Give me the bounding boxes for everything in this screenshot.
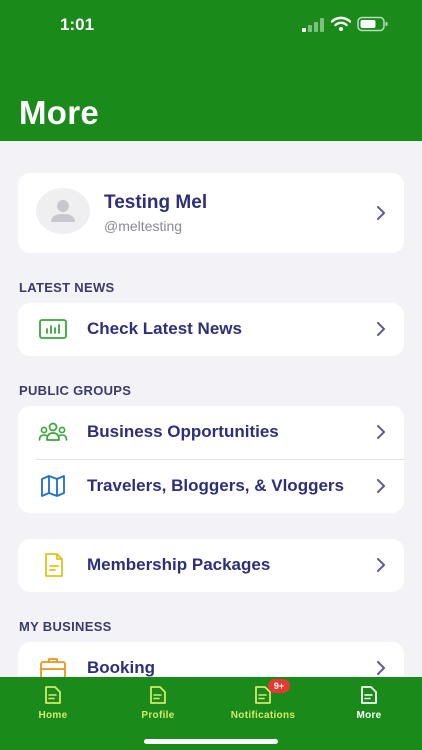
document-icon	[45, 686, 61, 704]
chevron-right-icon	[377, 558, 385, 572]
tab-home[interactable]: Home	[3, 683, 103, 723]
public-groups-card: Business Opportunities Travelers, Blogge…	[18, 406, 404, 513]
chevron-right-icon	[377, 206, 385, 220]
menu-item-label: Business Opportunities	[87, 422, 279, 441]
cellular-signal-icon	[302, 18, 324, 32]
document-icon	[45, 553, 63, 577]
notification-badge: 9+	[268, 679, 290, 693]
page-title: More	[19, 94, 100, 131]
membership-card: Membership Packages	[18, 539, 404, 592]
document-icon	[361, 686, 377, 704]
tab-more[interactable]: More	[319, 683, 419, 723]
profile-card[interactable]: Testing Mel @meltesting	[18, 173, 404, 253]
home-indicator[interactable]	[144, 739, 278, 744]
document-icon	[150, 686, 166, 704]
tab-label: Home	[38, 710, 68, 721]
chevron-right-icon	[377, 322, 385, 336]
status-bar: 1:01	[0, 0, 422, 50]
menu-item-travelers-bloggers-vloggers[interactable]: Travelers, Bloggers, & Vloggers	[18, 460, 404, 512]
header-bar: 1:01 More	[0, 0, 422, 141]
menu-item-label: Booking	[87, 658, 155, 677]
menu-item-check-latest-news[interactable]: Check Latest News	[18, 303, 404, 355]
section-label-public-groups: PUBLIC GROUPS	[19, 383, 132, 398]
menu-item-membership-packages[interactable]: Membership Packages	[18, 539, 404, 591]
tab-label: Notifications	[230, 710, 296, 721]
section-label-my-business: MY BUSINESS	[19, 619, 112, 634]
user-placeholder-icon	[51, 200, 75, 222]
menu-item-label: Travelers, Bloggers, & Vloggers	[87, 476, 344, 495]
group-people-icon	[38, 422, 68, 441]
profile-handle: @meltesting	[104, 218, 183, 234]
avatar	[36, 188, 90, 234]
wifi-icon	[331, 16, 351, 31]
battery-icon	[357, 16, 388, 32]
menu-item-label: Membership Packages	[87, 555, 271, 574]
tab-label: More	[356, 710, 382, 721]
menu-item-business-opportunities[interactable]: Business Opportunities	[18, 406, 404, 458]
chevron-right-icon	[377, 479, 385, 493]
status-time: 1:01	[60, 15, 95, 34]
tab-notifications[interactable]: 9+ Notifications	[213, 679, 313, 723]
tab-label: Profile	[141, 710, 175, 721]
news-chart-icon	[39, 319, 67, 339]
profile-name: Testing Mel	[104, 192, 208, 213]
menu-item-label: Check Latest News	[87, 319, 242, 338]
section-label-latest-news: LATEST NEWS	[19, 280, 115, 295]
map-icon	[41, 475, 65, 497]
chevron-right-icon	[377, 425, 385, 439]
latest-news-card: Check Latest News	[18, 303, 404, 356]
chevron-right-icon	[377, 661, 385, 675]
tab-profile[interactable]: Profile	[108, 683, 208, 723]
